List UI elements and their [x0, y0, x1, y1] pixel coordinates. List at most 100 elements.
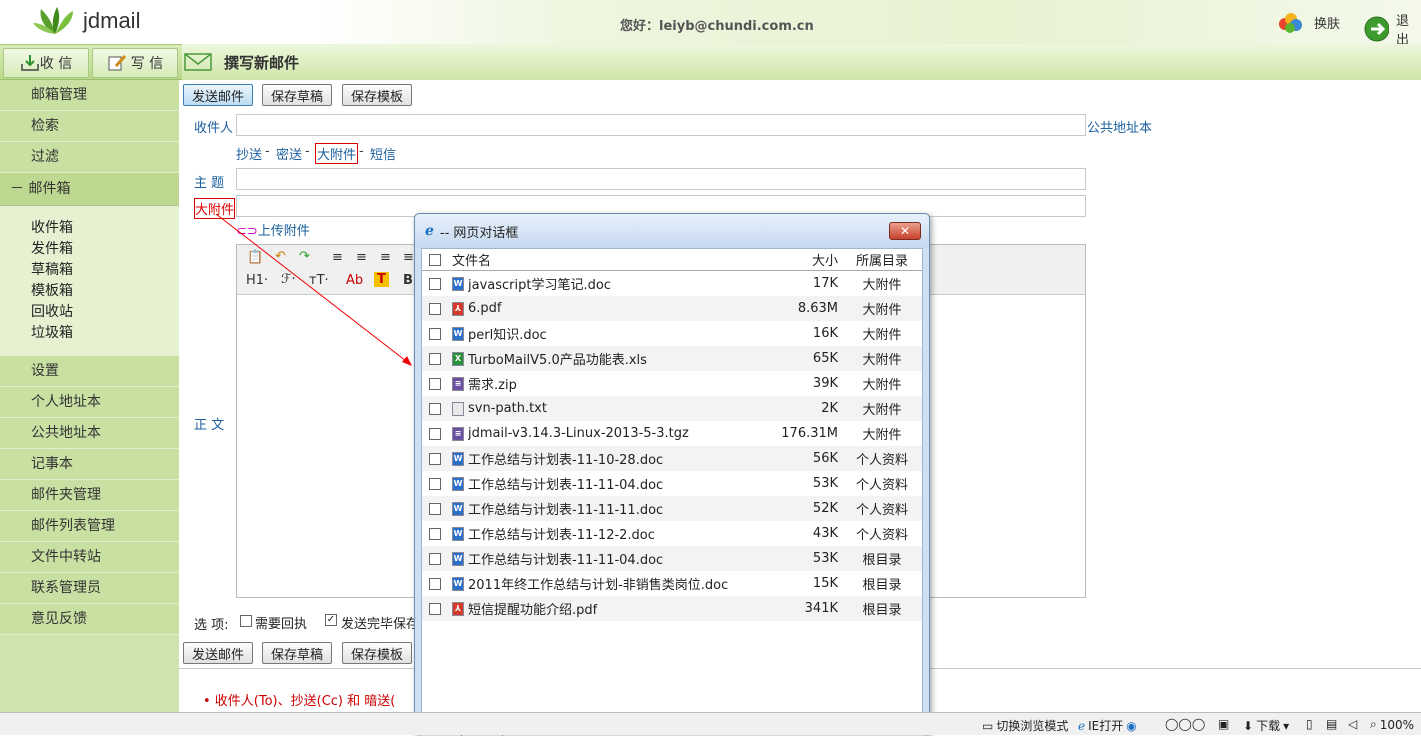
folder-drafts[interactable]: 草稿箱: [31, 260, 179, 281]
send-button-top[interactable]: 发送邮件: [183, 84, 254, 106]
font-size-dropdown[interactable]: тT·: [309, 273, 329, 288]
public-address-book-link[interactable]: 公共地址本: [1087, 117, 1152, 136]
txt-file-icon: [452, 401, 464, 416]
sidebar-item-filter[interactable]: 过滤: [0, 142, 179, 173]
save-template-button-top[interactable]: 保存模板: [342, 84, 413, 106]
sidebar-item-search[interactable]: 检索: [0, 111, 179, 142]
col-dir-header: 所属目录: [855, 254, 908, 269]
file-row[interactable]: ⅄ 6.pdf 8.63M 大附件: [422, 296, 922, 321]
file-size: 53K: [812, 551, 838, 566]
sidebar-item-public-contacts[interactable]: 公共地址本: [0, 418, 179, 449]
file-checkbox[interactable]: [429, 527, 441, 540]
toggle-icon[interactable]: ◯◯◯: [1165, 717, 1205, 731]
to-input[interactable]: [236, 114, 1086, 136]
file-checkbox[interactable]: [429, 277, 441, 290]
redo-icon[interactable]: ↷: [299, 249, 310, 264]
skin-button[interactable]: 换肤: [1276, 10, 1340, 34]
save-draft-button-bottom[interactable]: 保存草稿: [262, 642, 333, 664]
undo-icon[interactable]: ↶: [275, 249, 286, 264]
save-draft-button-top[interactable]: 保存草稿: [262, 84, 333, 106]
folder-templates[interactable]: 模板箱: [31, 281, 179, 302]
receive-mail-button[interactable]: 收 信: [3, 48, 89, 78]
folder-inbox[interactable]: 收件箱: [31, 218, 179, 239]
folder-spam[interactable]: 垃圾箱: [31, 323, 179, 344]
write-mail-button[interactable]: 写 信: [92, 48, 178, 78]
need-receipt-checkbox[interactable]: [240, 615, 252, 627]
bcc-link[interactable]: 密送: [276, 144, 302, 163]
zoom-control[interactable]: ⌕ 100%: [1370, 717, 1414, 732]
file-row[interactable]: W 工作总结与计划表-11-11-11.doc 52K 个人资料: [422, 496, 922, 521]
font-family-icon[interactable]: ℱ·: [281, 272, 295, 287]
clipboard-icon[interactable]: 📋: [247, 250, 263, 265]
sidebar-item-folder-manage[interactable]: 邮件夹管理: [0, 480, 179, 511]
file-checkbox[interactable]: [429, 477, 441, 490]
sidebar-item-file-transfer[interactable]: 文件中转站: [0, 542, 179, 573]
file-checkbox[interactable]: [429, 577, 441, 590]
sidebar-group-mailboxes[interactable]: － 邮件箱: [0, 173, 179, 206]
file-row[interactable]: ≡ jdmail-v3.14.3-Linux-2013-5-3.tgz 176.31…: [422, 421, 922, 446]
bold-button[interactable]: B: [403, 273, 413, 288]
col-name-header: 文件名: [452, 254, 492, 269]
file-row[interactable]: W 工作总结与计划表-11-10-28.doc 56K 个人资料: [422, 446, 922, 471]
upload-attachment-link[interactable]: ⊂⊃上传附件: [236, 220, 310, 239]
file-row[interactable]: ⅄ 短信提醒功能介绍.pdf 341K 根目录: [422, 596, 922, 621]
highlight-button[interactable]: T: [374, 272, 389, 287]
file-checkbox[interactable]: [429, 552, 441, 565]
compat-mode-button[interactable]: ▭ 切换浏览模式: [982, 717, 1068, 734]
sidebar-item-settings[interactable]: 设置: [0, 356, 179, 387]
doc-file-icon: W: [452, 501, 464, 516]
file-checkbox[interactable]: [429, 377, 441, 390]
big-attachment-link[interactable]: 大附件: [315, 143, 359, 164]
align-right-icon[interactable]: ≡: [380, 250, 391, 265]
folder-sent[interactable]: 发件箱: [31, 239, 179, 260]
file-row[interactable]: svn-path.txt 2K 大附件: [422, 396, 922, 421]
sidebar-item-mail-list-manage[interactable]: 邮件列表管理: [0, 511, 179, 542]
align-left-icon[interactable]: ≡: [332, 250, 343, 265]
font-color-button[interactable]: Ab: [346, 273, 363, 288]
sidebar-item-notepad[interactable]: 记事本: [0, 449, 179, 480]
sms-link[interactable]: 短信: [370, 144, 396, 163]
file-row[interactable]: W 工作总结与计划表-11-11-04.doc 53K 个人资料: [422, 471, 922, 496]
phone-icon[interactable]: ▯: [1306, 717, 1313, 731]
sidebar-item-personal-contacts[interactable]: 个人地址本: [0, 387, 179, 418]
save-template-button-bottom[interactable]: 保存模板: [342, 642, 413, 664]
dialog-title: -- 网页对话框: [439, 225, 519, 241]
file-checkbox[interactable]: [429, 352, 441, 365]
sidebar-item-feedback[interactable]: 意见反馈: [0, 604, 179, 635]
justify-icon[interactable]: ≡: [403, 250, 414, 265]
file-row[interactable]: X TurboMailV5.0产品功能表.xls 65K 大附件: [422, 346, 922, 371]
cc-link[interactable]: 抄送: [236, 144, 262, 163]
close-icon[interactable]: ✕: [889, 222, 921, 240]
download-button[interactable]: ⬇ 下载 ▾: [1243, 717, 1289, 734]
file-row[interactable]: W 2011年终工作总结与计划-非销售类岗位.doc 15K 根目录: [422, 571, 922, 596]
file-row[interactable]: W 工作总结与计划表-11-12-2.doc 43K 个人资料: [422, 521, 922, 546]
save-after-send-checkbox[interactable]: ✓: [325, 614, 337, 626]
screen-icon[interactable]: ▣: [1218, 717, 1229, 731]
dialog-titlebar[interactable]: ℯ -- 网页对话框: [415, 214, 929, 248]
file-row[interactable]: W 工作总结与计划表-11-11-04.doc 53K 根目录: [422, 546, 922, 571]
printer-icon[interactable]: ▤: [1326, 717, 1337, 731]
heading-dropdown[interactable]: H1·: [246, 273, 268, 288]
ie-open-button[interactable]: ℯ IE打开 ◉: [1078, 717, 1137, 734]
sidebar-item-mailbox-manage[interactable]: 邮箱管理: [0, 80, 179, 111]
file-row[interactable]: ≡ 需求.zip 39K 大附件: [422, 371, 922, 396]
file-size: 2K: [821, 401, 838, 416]
select-all-checkbox[interactable]: [429, 253, 441, 266]
file-row[interactable]: Wperl知识.doc 16K 大附件: [422, 321, 922, 346]
send-button-bottom[interactable]: 发送邮件: [183, 642, 254, 664]
volume-icon[interactable]: ◁: [1348, 717, 1357, 731]
file-checkbox[interactable]: [429, 502, 441, 515]
file-checkbox[interactable]: [429, 452, 441, 465]
file-checkbox[interactable]: [429, 602, 441, 615]
logout-button[interactable]: 退出: [1364, 10, 1421, 48]
align-center-icon[interactable]: ≡: [356, 250, 367, 265]
subject-input[interactable]: [236, 168, 1086, 190]
file-size: 39K: [812, 376, 838, 391]
file-checkbox[interactable]: [429, 427, 441, 440]
file-checkbox[interactable]: [429, 327, 441, 340]
file-row[interactable]: Wjavascript学习笔记.doc 17K 大附件: [422, 271, 922, 296]
sidebar-item-contact-admin[interactable]: 联系管理员: [0, 573, 179, 604]
file-checkbox[interactable]: [429, 402, 441, 415]
file-checkbox[interactable]: [429, 302, 441, 315]
folder-trash[interactable]: 回收站: [31, 302, 179, 323]
